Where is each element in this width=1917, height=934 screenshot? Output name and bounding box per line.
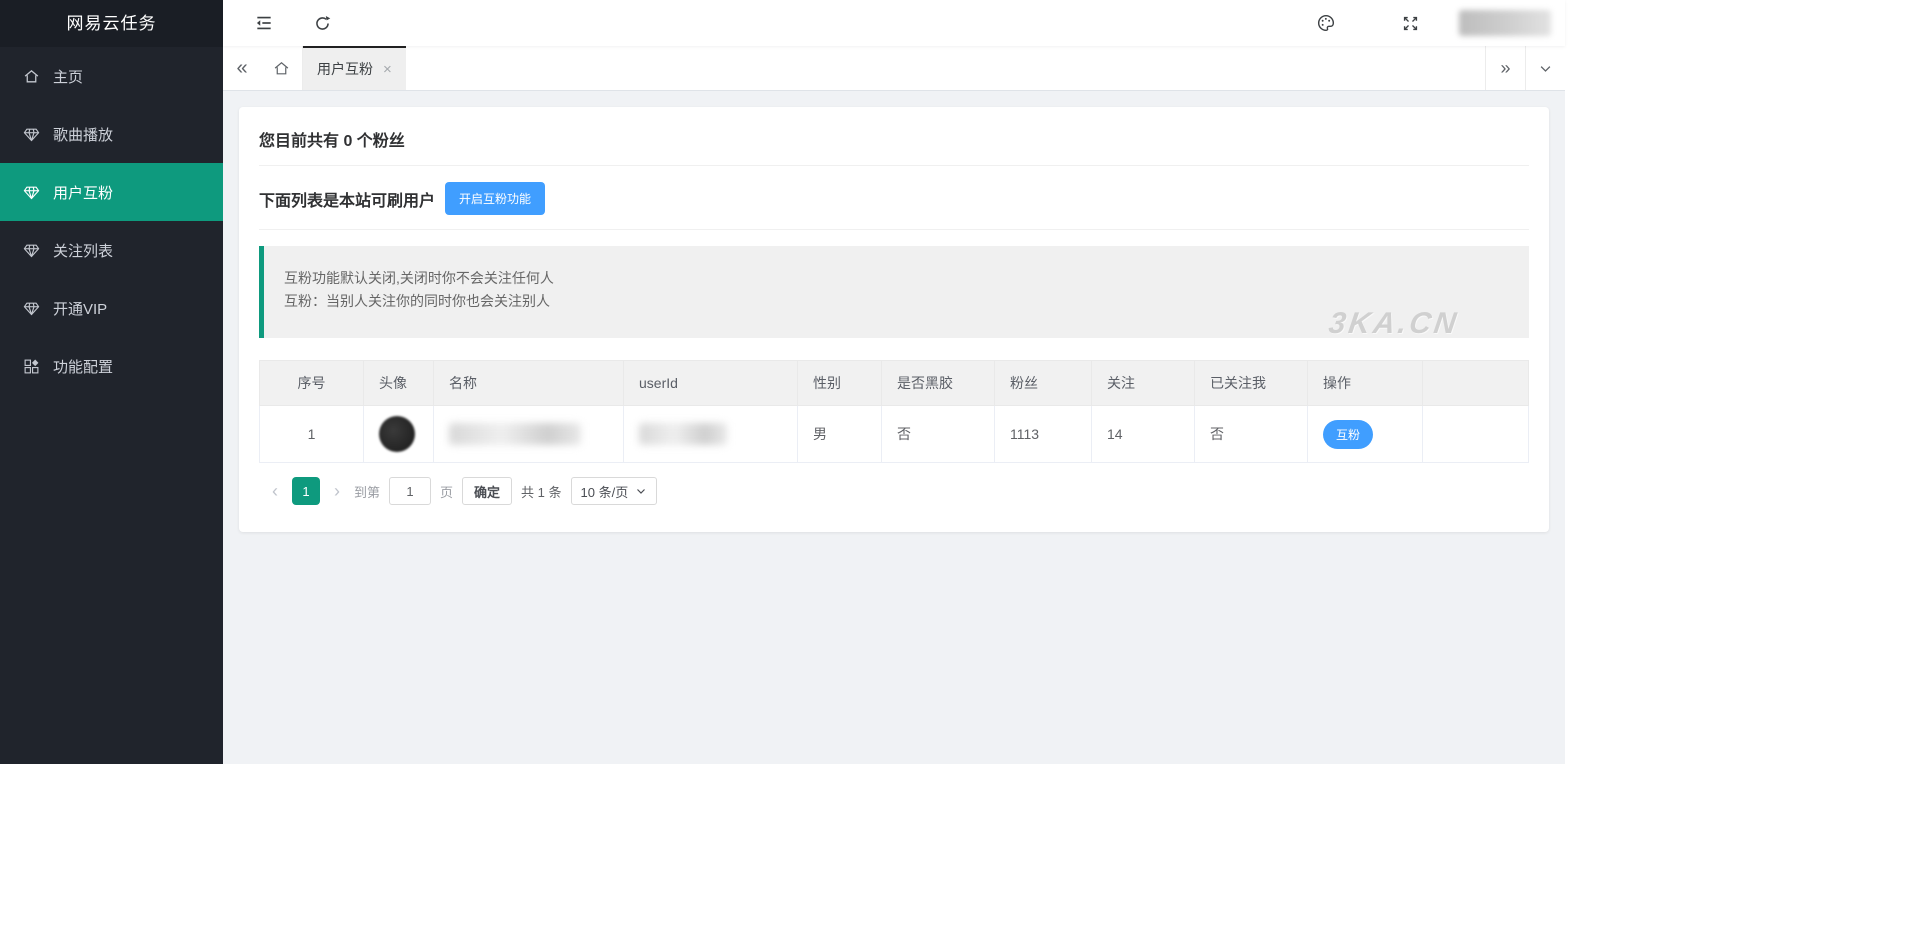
col-header-following: 关注 <box>1092 361 1195 406</box>
components-grid-icon <box>22 357 40 375</box>
sidebar-item-home[interactable]: 主页 <box>0 47 223 105</box>
refresh-icon[interactable] <box>305 6 339 40</box>
prev-page-icon[interactable]: ‹ <box>267 481 283 502</box>
total-count-label: 共 1 条 <box>521 482 561 501</box>
gem-icon <box>22 183 40 201</box>
main-area: « 用户互粉 × » 您目前共有 0 个粉丝 <box>223 0 1565 764</box>
col-header-empty <box>1423 361 1529 406</box>
mutual-follow-row-button[interactable]: 互粉 <box>1323 420 1373 449</box>
col-header-gender: 性别 <box>798 361 882 406</box>
sidebar-item-feature-config[interactable]: 功能配置 <box>0 337 223 395</box>
sidebar: 网易云任务 主页 歌曲播放 <box>0 0 223 764</box>
col-header-avatar: 头像 <box>364 361 434 406</box>
cell-gender: 男 <box>798 406 882 463</box>
home-icon <box>22 67 40 85</box>
sidebar-item-label: 用户互粉 <box>53 182 113 203</box>
sidebar-item-vip[interactable]: 开通VIP <box>0 279 223 337</box>
sidebar-item-label: 主页 <box>53 66 83 87</box>
gem-icon <box>22 125 40 143</box>
notice-line-2: 互粉：当别人关注你的同时你也会关注别人 <box>284 290 1509 313</box>
cell-empty <box>1423 406 1529 463</box>
theme-palette-icon[interactable] <box>1309 6 1343 40</box>
page-number-current[interactable]: 1 <box>292 477 320 505</box>
tabs-menu-chevron-icon[interactable] <box>1525 46 1565 90</box>
tab-mutual-follow[interactable]: 用户互粉 × <box>303 46 406 90</box>
list-heading: 下面列表是本站可刷用户 <box>259 187 435 211</box>
avatar <box>379 416 415 452</box>
page-content: 您目前共有 0 个粉丝 下面列表是本站可刷用户 开启互粉功能 互粉功能默认关闭,… <box>223 91 1565 764</box>
col-header-followed-me: 已关注我 <box>1195 361 1308 406</box>
mutual-follow-card: 您目前共有 0 个粉丝 下面列表是本站可刷用户 开启互粉功能 互粉功能默认关闭,… <box>239 107 1549 532</box>
cell-avatar <box>364 406 434 463</box>
list-heading-section: 下面列表是本站可刷用户 开启互粉功能 <box>259 166 1529 230</box>
col-header-action: 操作 <box>1308 361 1423 406</box>
goto-prefix-label: 到第 <box>354 482 380 501</box>
fans-summary-section: 您目前共有 0 个粉丝 <box>259 111 1529 166</box>
sidebar-item-follow-list[interactable]: 关注列表 <box>0 221 223 279</box>
page-size-value: 10 条/页 <box>581 482 629 501</box>
gem-icon <box>22 299 40 317</box>
tabs-spacer <box>406 46 1485 90</box>
app-window: 网易云任务 主页 歌曲播放 <box>0 0 1565 764</box>
col-header-userid: userId <box>624 361 798 406</box>
userid-redacted <box>639 423 727 445</box>
cell-index: 1 <box>260 406 364 463</box>
cell-action: 互粉 <box>1308 406 1423 463</box>
top-navbar <box>223 0 1565 46</box>
notice-box: 互粉功能默认关闭,关闭时你不会关注任何人 互粉：当别人关注你的同时你也会关注别人 <box>259 246 1529 338</box>
goto-confirm-button[interactable]: 确定 <box>462 477 512 505</box>
cell-name <box>434 406 624 463</box>
notice-line-1: 互粉功能默认关闭,关闭时你不会关注任何人 <box>284 267 1509 290</box>
col-header-index: 序号 <box>260 361 364 406</box>
users-table: 序号 头像 名称 userId 性别 是否黑胶 粉丝 关注 已关注我 操作 <box>259 360 1529 463</box>
page-size-select[interactable]: 10 条/页 <box>571 477 658 505</box>
next-page-icon[interactable]: › <box>329 481 345 502</box>
cell-following: 14 <box>1092 406 1195 463</box>
chevron-down-icon <box>635 485 647 497</box>
fans-count-heading: 您目前共有 0 个粉丝 <box>259 133 405 150</box>
col-header-fans: 粉丝 <box>995 361 1092 406</box>
goto-page-input[interactable] <box>389 477 431 505</box>
tab-label: 用户互粉 <box>317 59 373 79</box>
sidebar-item-label: 歌曲播放 <box>53 124 113 145</box>
gem-icon <box>22 241 40 259</box>
col-header-name: 名称 <box>434 361 624 406</box>
sidebar-item-label: 关注列表 <box>53 240 113 261</box>
table-header-row: 序号 头像 名称 userId 性别 是否黑胶 粉丝 关注 已关注我 操作 <box>260 361 1529 406</box>
sidebar-item-label: 开通VIP <box>53 298 107 319</box>
col-header-vinyl: 是否黑胶 <box>882 361 995 406</box>
cell-fans: 1113 <box>995 406 1092 463</box>
topbar-actions <box>1309 6 1551 40</box>
app-title: 网易云任务 <box>0 0 223 47</box>
sidebar-collapse-icon[interactable] <box>247 6 281 40</box>
tabs-scroll-right-icon[interactable]: » <box>1485 46 1525 90</box>
tabs-scroll-left-icon[interactable]: « <box>223 46 261 90</box>
sidebar-nav: 主页 歌曲播放 用户互粉 <box>0 47 223 395</box>
goto-suffix-label: 页 <box>440 482 453 501</box>
name-redacted <box>449 423 581 445</box>
enable-mutual-follow-button[interactable]: 开启互粉功能 <box>445 182 545 215</box>
tab-close-icon[interactable]: × <box>383 61 392 78</box>
cell-followed-me: 否 <box>1195 406 1308 463</box>
tab-home[interactable] <box>261 46 303 90</box>
sidebar-item-song-play[interactable]: 歌曲播放 <box>0 105 223 163</box>
sidebar-item-label: 功能配置 <box>53 356 113 377</box>
tabs-bar: « 用户互粉 × » <box>223 46 1565 91</box>
table-row: 1 男 否 1113 <box>260 406 1529 463</box>
username-redacted[interactable] <box>1459 10 1551 36</box>
cell-vinyl: 否 <box>882 406 995 463</box>
pagination: ‹ 1 › 到第 页 确定 共 1 条 10 条/页 <box>259 463 1529 505</box>
sidebar-item-mutual-follow[interactable]: 用户互粉 <box>0 163 223 221</box>
cell-userid <box>624 406 798 463</box>
fullscreen-icon[interactable] <box>1393 6 1427 40</box>
